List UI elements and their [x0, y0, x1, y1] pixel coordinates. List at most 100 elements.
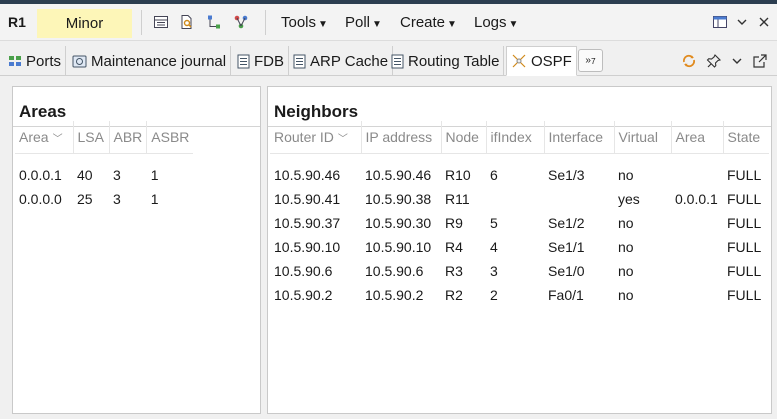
cell-virtual: yes: [618, 191, 640, 207]
table-row[interactable]: 10.5.90.10 10.5.90.10 R4 4 Se1/1 no FULL: [270, 235, 769, 259]
menu-create[interactable]: Create ▼: [400, 14, 457, 31]
cell-router-id: 10.5.90.46: [274, 167, 341, 183]
cell-ifindex: 6: [490, 167, 498, 183]
cell-area: 0.0.0.1: [19, 167, 62, 183]
table-row[interactable]: 10.5.90.46 10.5.90.46 R10 6 Se1/3 no FUL…: [270, 163, 769, 187]
cell-area: [671, 211, 723, 235]
ospf-view: Areas Area﹀ LSA ABR ASBR 0.0.0.1 40 3 1: [0, 77, 777, 419]
object-details-icon[interactable]: [151, 12, 171, 32]
cell-ip-address: 10.5.90.46: [365, 167, 432, 183]
cell-ip-address: 10.5.90.10: [365, 239, 432, 255]
menu-poll[interactable]: Poll ▼: [345, 14, 382, 31]
cell-node: R3: [445, 263, 463, 279]
chevron-down-icon: ▼: [372, 19, 382, 30]
column-header-router-id[interactable]: Router ID ﹀: [270, 121, 362, 154]
cell-ip-address: 10.5.90.2: [365, 287, 424, 303]
cell-router-id: 10.5.90.41: [274, 191, 341, 207]
cell-interface: [544, 187, 614, 211]
routing-table-icon: [391, 54, 404, 69]
cell-virtual: no: [618, 263, 634, 279]
cell-ifindex: 3: [490, 263, 498, 279]
menu-logs[interactable]: Logs ▼: [474, 14, 518, 31]
tab-routing-table[interactable]: Routing Table: [387, 46, 505, 76]
cell-interface: Se1/1: [548, 239, 585, 255]
cell-area: [671, 283, 723, 307]
cell-state: FULL: [727, 215, 762, 231]
table-row[interactable]: 0.0.0.1 40 3 1: [15, 163, 193, 187]
cell-interface: Se1/0: [548, 263, 585, 279]
network-map-icon[interactable]: [231, 12, 251, 32]
table-row[interactable]: 0.0.0.0 25 3 1: [15, 187, 193, 211]
find-object-icon[interactable]: [177, 12, 197, 32]
fdb-icon: [237, 54, 250, 69]
cell-abr: 3: [113, 167, 121, 183]
menu-tools[interactable]: Tools ▼: [281, 14, 328, 31]
cell-node: R2: [445, 287, 463, 303]
column-header-area[interactable]: Area ﹀: [15, 121, 74, 154]
close-icon[interactable]: [754, 12, 774, 32]
areas-panel: Areas Area﹀ LSA ABR ASBR 0.0.0.1 40 3 1: [12, 86, 261, 414]
pin-icon[interactable]: [704, 51, 724, 71]
cell-interface: Se1/3: [548, 167, 585, 183]
cell-state: FULL: [727, 263, 762, 279]
column-header-ip-address[interactable]: IP address: [361, 121, 442, 154]
tab-arp-cache[interactable]: ARP Cache: [289, 46, 394, 76]
cell-asbr: 1: [150, 167, 159, 183]
cell-ifindex: [486, 187, 544, 211]
cell-area: 0.0.0.1: [675, 191, 718, 207]
table-row[interactable]: 10.5.90.37 10.5.90.30 R9 5 Se1/2 no FULL: [270, 211, 769, 235]
cell-ip-address: 10.5.90.30: [365, 215, 432, 231]
cell-state: FULL: [727, 167, 762, 183]
table-header-row: Router ID ﹀ IP address Node ifIndex Inter…: [270, 121, 769, 154]
areas-table: Area ﹀ LSA ABR ASBR 0.0.0.1 40 3 1 0.0.0.…: [15, 121, 194, 211]
table-row[interactable]: 10.5.90.6 10.5.90.6 R3 3 Se1/0 no FULL: [270, 259, 769, 283]
chevron-down-icon: ▼: [447, 19, 457, 30]
tab-fdb[interactable]: FDB: [233, 46, 289, 76]
cell-ifindex: 2: [490, 287, 498, 303]
cell-node: R9: [445, 215, 463, 231]
cell-state: FULL: [727, 239, 762, 255]
detach-icon[interactable]: [750, 51, 770, 71]
object-toolbar: R1 Minor Tools ▼ Poll ▼ Create ▼ Logs ▼: [0, 4, 777, 41]
layout-icon[interactable]: [710, 12, 730, 32]
tab-ports[interactable]: Ports: [4, 46, 67, 76]
sort-chevron-icon: ﹀: [337, 133, 348, 145]
tab-ospf[interactable]: OSPF: [506, 46, 577, 76]
cell-router-id: 10.5.90.2: [274, 287, 333, 303]
cell-virtual: no: [618, 215, 634, 231]
neighbors-title: Neighbors: [274, 102, 359, 121]
arp-cache-icon: [293, 54, 306, 69]
topology-icon[interactable]: [204, 12, 224, 32]
cell-abr: 3: [113, 191, 121, 207]
tab-maintenance-journal[interactable]: Maintenance journal: [68, 46, 232, 76]
cell-ifindex: 5: [490, 215, 498, 231]
chevron-down-icon[interactable]: [732, 12, 752, 32]
column-header-virtual[interactable]: Virtual: [614, 121, 672, 154]
chevron-down-icon[interactable]: [727, 51, 747, 71]
column-header-asbr[interactable]: ASBR: [146, 121, 194, 154]
toolbar-separator: [141, 10, 142, 35]
column-header-lsa[interactable]: LSA: [73, 121, 110, 154]
table-row[interactable]: 10.5.90.2 10.5.90.2 R2 2 Fa0/1 no FULL: [270, 283, 769, 307]
status-badge: Minor: [37, 9, 132, 38]
column-header-node[interactable]: Node: [441, 121, 487, 154]
column-header-abr[interactable]: ABR: [109, 121, 148, 154]
column-header-state[interactable]: State: [723, 121, 769, 154]
ospf-icon: [511, 53, 527, 69]
cell-interface: Fa0/1: [548, 287, 584, 303]
cell-node: R4: [445, 239, 463, 255]
cell-virtual: no: [618, 287, 634, 303]
table-row[interactable]: 10.5.90.41 10.5.90.38 R11 yes 0.0.0.1 FU…: [270, 187, 769, 211]
chevron-down-icon: ▼: [508, 19, 519, 30]
sort-chevron-icon: ﹀: [52, 133, 63, 145]
column-header-ifindex[interactable]: ifIndex: [486, 121, 545, 154]
chevron-down-icon: ▼: [318, 19, 328, 30]
cell-area: 0.0.0.0: [19, 191, 62, 207]
column-header-interface[interactable]: Interface: [544, 121, 615, 154]
more-tabs-button[interactable]: » 7: [578, 49, 603, 72]
cell-asbr: 1: [150, 191, 159, 207]
cell-ifindex: 4: [490, 239, 498, 255]
column-header-area[interactable]: Area: [671, 121, 724, 154]
sync-icon[interactable]: [679, 51, 699, 71]
cell-node: R11: [445, 191, 470, 207]
